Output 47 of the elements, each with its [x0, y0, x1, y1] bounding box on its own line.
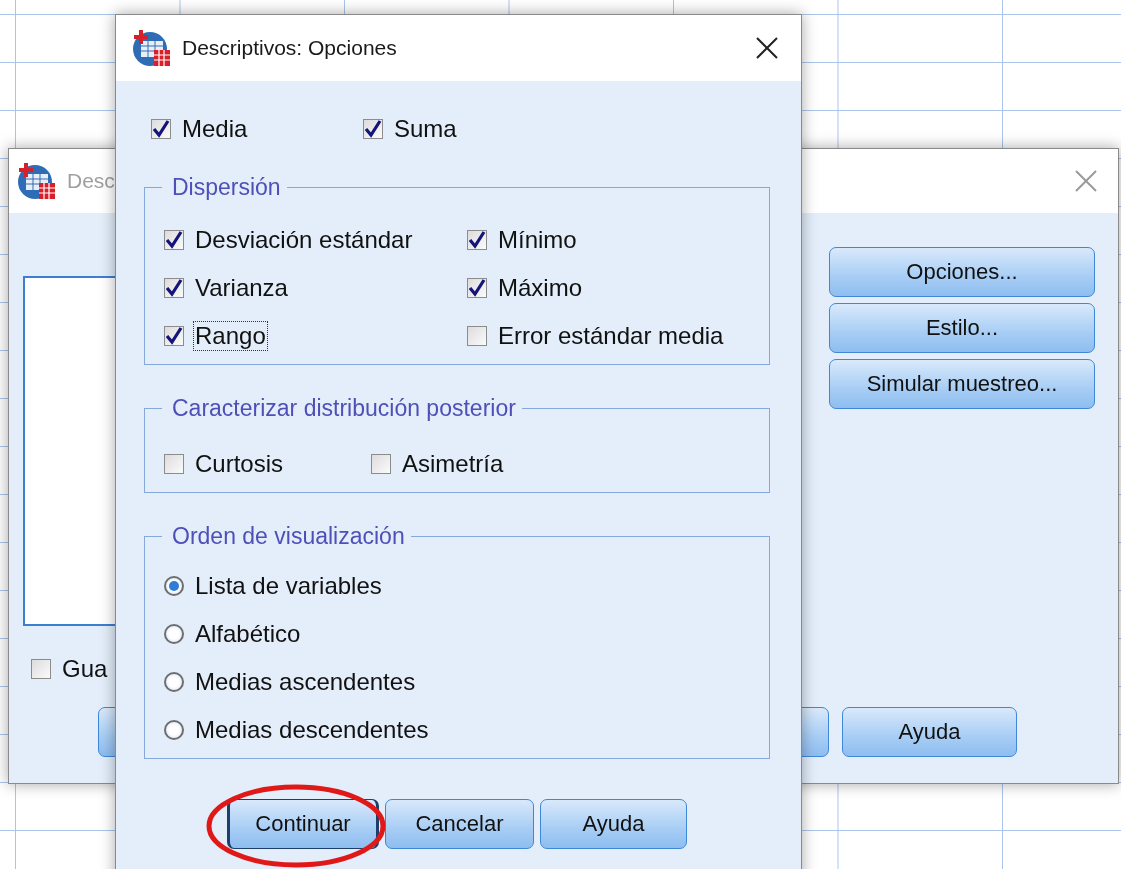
radio-button[interactable]: [164, 672, 184, 692]
checkbox[interactable]: [31, 659, 51, 679]
radio-label: Lista de variables: [194, 572, 383, 600]
side-button[interactable]: Opciones...: [829, 247, 1095, 297]
radio-label: Medias ascendentes: [194, 668, 417, 696]
radio-button[interactable]: [164, 576, 184, 596]
checkbox[interactable]: [467, 278, 487, 298]
checkbox-label: Desviación estándar: [194, 226, 414, 254]
window-title: Descriptivos: Opciones: [182, 36, 397, 60]
app-icon: [132, 28, 172, 68]
side-button[interactable]: Simular muestreo...: [829, 359, 1095, 409]
checkbox[interactable]: [151, 119, 171, 139]
checkbox[interactable]: [467, 230, 487, 250]
checkbox-label: Media: [181, 115, 249, 143]
radio-label: Medias descendentes: [194, 716, 430, 744]
checkbox[interactable]: [467, 326, 487, 346]
group-title: Orden de visualización: [171, 523, 406, 550]
close-icon: [1074, 169, 1098, 193]
checkbox[interactable]: [164, 278, 184, 298]
checkbox-label: Mínimo: [497, 226, 578, 254]
checkbox-label: Gua: [61, 655, 109, 683]
checkbox[interactable]: [164, 454, 184, 474]
group-title: Dispersión: [171, 174, 282, 201]
checkbox[interactable]: [164, 230, 184, 250]
checkbox-label: Asimetría: [401, 450, 505, 478]
app-icon: [17, 161, 57, 201]
checkbox-label: Varianza: [194, 274, 289, 302]
radio-button[interactable]: [164, 720, 184, 740]
checkbox-label: Rango: [194, 322, 267, 350]
checkbox[interactable]: [363, 119, 383, 139]
checkbox-label: Curtosis: [194, 450, 285, 478]
checkbox[interactable]: [371, 454, 391, 474]
close-icon: [755, 36, 779, 60]
side-button[interactable]: Estilo...: [829, 303, 1095, 353]
group-title: Caracterizar distribución posterior: [171, 395, 517, 422]
close-button[interactable]: [755, 36, 779, 60]
dialog-button[interactable]: Cancelar: [385, 799, 534, 849]
checkbox-label: Máximo: [497, 274, 583, 302]
window-title: Desc: [67, 169, 115, 193]
help-button[interactable]: Ayuda: [842, 707, 1017, 757]
checkbox-label: Suma: [393, 115, 458, 143]
checkbox-label: Error estándar media: [497, 322, 725, 350]
radio-button[interactable]: [164, 624, 184, 644]
dialog-button[interactable]: Ayuda: [540, 799, 687, 849]
checkbox[interactable]: [164, 326, 184, 346]
radio-label: Alfabético: [194, 620, 302, 648]
dialog-button[interactable]: Continuar: [227, 799, 379, 849]
